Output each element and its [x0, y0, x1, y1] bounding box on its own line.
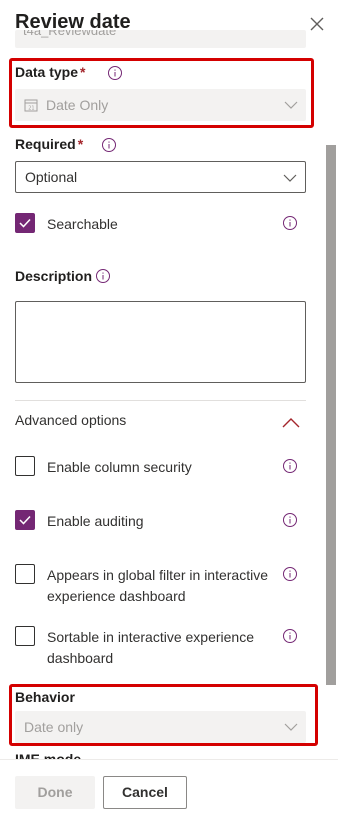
sortable-label: Sortable in interactive experience dashbo… [47, 629, 255, 666]
info-icon[interactable] [282, 512, 298, 528]
ime-mode-label: IME mode [15, 751, 82, 759]
info-icon[interactable] [95, 268, 111, 284]
global-filter-label: Appears in global filter in interactive e… [47, 567, 269, 604]
global-filter-row: Appears in global filter in interactive e… [15, 564, 306, 606]
enable-column-security-label: Enable column security [47, 459, 192, 475]
required-dropdown[interactable]: Optional [15, 161, 306, 193]
enable-auditing-row: Enable auditing [15, 510, 306, 532]
required-value: Optional [25, 169, 78, 185]
behavior-dropdown[interactable]: Date only [15, 711, 306, 743]
description-textarea[interactable] [15, 301, 306, 383]
searchable-checkbox[interactable] [15, 213, 35, 233]
schema-name-input[interactable]: t4a_Reviewdate [15, 30, 306, 48]
global-filter-checkbox[interactable] [15, 564, 35, 584]
description-label: Description [15, 268, 93, 284]
chevron-down-icon [284, 101, 298, 109]
info-icon[interactable] [101, 137, 117, 153]
divider [15, 400, 306, 401]
info-icon[interactable] [282, 566, 298, 582]
enable-auditing-checkbox[interactable] [15, 510, 35, 530]
edit-column-panel: Review date t4a_Reviewdate Data type * 21… [0, 0, 338, 823]
chevron-up-icon[interactable] [281, 416, 301, 430]
svg-text:21: 21 [28, 106, 34, 112]
info-icon[interactable] [282, 458, 298, 474]
data-type-dropdown[interactable]: 21 Date Only [15, 89, 306, 121]
searchable-label: Searchable [47, 216, 118, 232]
chevron-down-icon [284, 723, 298, 731]
enable-column-security-checkbox[interactable] [15, 456, 35, 476]
searchable-row: Searchable [15, 213, 306, 235]
data-type-value: Date Only [46, 97, 109, 113]
enable-column-security-row: Enable column security [15, 456, 306, 478]
done-button[interactable]: Done [15, 776, 95, 809]
checkmark-icon [19, 218, 31, 228]
required-label: Required * [15, 136, 84, 152]
info-icon[interactable] [282, 628, 298, 644]
info-icon[interactable] [107, 65, 123, 81]
sortable-row: Sortable in interactive experience dashbo… [15, 626, 306, 668]
info-icon[interactable] [282, 215, 298, 231]
calendar-icon: 21 [24, 99, 38, 112]
behavior-value: Date only [24, 719, 84, 735]
cancel-button[interactable]: Cancel [103, 776, 187, 809]
behavior-label: Behavior [15, 689, 75, 705]
checkmark-icon [19, 515, 31, 525]
sortable-checkbox[interactable] [15, 626, 35, 646]
enable-auditing-label: Enable auditing [47, 513, 144, 529]
data-type-label: Data type * [15, 64, 86, 80]
scrollbar-thumb[interactable] [326, 145, 336, 685]
advanced-options-label: Advanced options [15, 412, 127, 428]
chevron-down-icon [283, 174, 297, 182]
